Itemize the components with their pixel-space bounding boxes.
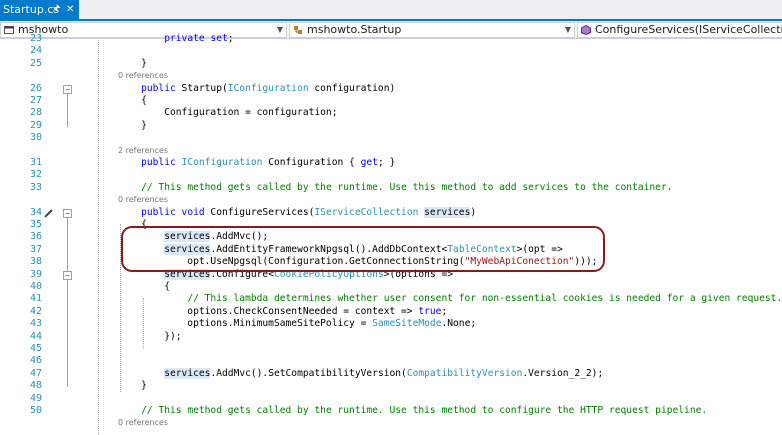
line-number: 28 (29, 107, 42, 119)
code-line: 25 } (0, 58, 782, 70)
code-line: 46 (0, 355, 782, 367)
code-text[interactable]: Configuration = configuration; (118, 107, 337, 119)
code-line: 34 public void ConfigureServices(IServic… (0, 206, 782, 219)
code-text[interactable]: }); (118, 331, 181, 343)
code-line: 28 Configuration = configuration; (0, 107, 782, 119)
line-number: 45 (29, 343, 42, 354)
code-line: 26 public Startup(IConfiguration configu… (0, 83, 782, 95)
collapse-icon[interactable]: − (63, 208, 72, 218)
code-text[interactable]: } (118, 120, 147, 132)
code-line: 50 // This method gets called by the run… (0, 405, 782, 417)
line-number: 32 (29, 169, 42, 181)
line-number: 47 (29, 367, 42, 379)
codelens-row: 0 references (0, 417, 782, 429)
code-text[interactable]: options.MinimumSameSitePolicy = SameSite… (118, 318, 476, 330)
code-text[interactable]: public void ConfigureServices(IServiceCo… (118, 206, 476, 219)
line-number: 43 (29, 318, 42, 330)
code-text[interactable]: // This lambda determines whether user c… (118, 293, 782, 305)
line-number: 42 (29, 305, 42, 317)
line-number: 30 (29, 132, 42, 144)
line-number: 25 (29, 57, 42, 69)
line-number: 24 (29, 45, 42, 57)
code-text[interactable]: // This method gets called by the runtim… (118, 405, 707, 417)
line-number: 35 (29, 219, 42, 230)
code-line: 45 (0, 343, 782, 355)
line-number: 40 (29, 281, 42, 292)
code-text[interactable]: } (118, 58, 147, 70)
line-number: 50 (29, 405, 42, 416)
line-number: 31 (29, 157, 42, 168)
pin-icon[interactable]: 🖈 (52, 0, 60, 19)
tab-startup-cs[interactable]: Startup.cs 🖈 ✕ (0, 0, 79, 19)
code-line: 44 }); (0, 331, 782, 343)
code-line: 41 // This lambda determines whether use… (0, 293, 782, 305)
line-number: 27 (29, 95, 42, 106)
code-line: 31 public IConfiguration Configuration {… (0, 157, 782, 169)
line-number: 48 (29, 380, 42, 392)
line-number: 46 (29, 355, 42, 367)
line-number: 29 (29, 119, 42, 131)
fold-range-line (67, 279, 68, 338)
code-text[interactable]: public Startup(IConfiguration configurat… (118, 83, 395, 95)
fold-range-line (67, 93, 68, 127)
line-number: 26 (29, 82, 42, 94)
codelens-references[interactable]: 0 references (118, 70, 168, 82)
code-line: 23 private set; (0, 33, 782, 45)
code-text[interactable]: public IConfiguration Configuration { ge… (118, 157, 395, 169)
line-number: 39 (29, 268, 42, 280)
code-line: 30 (0, 132, 782, 144)
codelens-references[interactable]: 0 references (118, 417, 168, 429)
line-number: 34 (29, 206, 42, 218)
code-text[interactable]: { (118, 95, 147, 107)
code-line: 24 (0, 45, 782, 57)
codelens-references[interactable]: 0 references (118, 194, 168, 206)
line-number: 37 (29, 243, 42, 255)
code-line: 48 } (0, 380, 782, 392)
code-text[interactable]: services.AddMvc().SetCompatibilityVersio… (118, 367, 603, 380)
collapse-icon[interactable]: − (63, 84, 72, 94)
code-line: 27 { (0, 95, 782, 107)
line-number: 38 (29, 256, 42, 268)
code-text[interactable]: private set; (118, 33, 233, 45)
line-number: 36 (29, 231, 42, 243)
code-text[interactable]: { (118, 281, 170, 293)
code-text[interactable]: options.CheckConsentNeeded = context => … (118, 306, 447, 318)
annotation-highlight-box (121, 226, 605, 272)
close-icon[interactable]: ✕ (66, 0, 74, 19)
code-line: 49 (0, 393, 782, 405)
line-number: 41 (29, 293, 42, 305)
document-tab-strip: Startup.cs 🖈 ✕ (0, 0, 782, 21)
line-number: 23 (29, 33, 42, 44)
line-number: 44 (29, 330, 42, 342)
tab-title: Startup.cs (3, 3, 60, 16)
line-number: 49 (29, 392, 42, 404)
code-text[interactable]: // This method gets called by the runtim… (118, 182, 672, 194)
code-text[interactable]: } (118, 380, 147, 392)
collapse-icon[interactable]: − (63, 270, 72, 280)
code-line: 42 options.CheckConsentNeeded = context … (0, 306, 782, 318)
pencil-icon[interactable] (44, 208, 54, 218)
code-line: 29 } (0, 120, 782, 132)
code-line: 32 (0, 169, 782, 181)
codelens-row: 0 references (0, 70, 782, 82)
code-line: 40 { (0, 281, 782, 293)
code-line: 33 // This method gets called by the run… (0, 182, 782, 194)
line-number: 33 (29, 181, 42, 193)
codelens-references[interactable]: 2 references (118, 145, 168, 157)
codelens-row: 0 references (0, 194, 782, 206)
code-line: 47 services.AddMvc().SetCompatibilityVer… (0, 367, 782, 380)
code-line: 43 options.MinimumSameSitePolicy = SameS… (0, 318, 782, 330)
codelens-row: 2 references (0, 145, 782, 157)
